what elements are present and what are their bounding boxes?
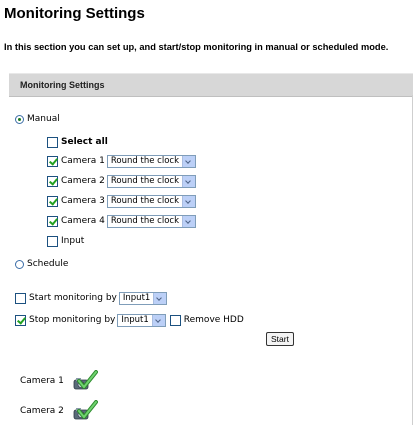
stop-trigger-row: Stop monitoring by Input1 Remove HDD [15,312,244,328]
camera-status-row: Camera 2 [20,400,98,422]
section-header-label: Monitoring Settings [20,80,105,90]
camera-4-mode-value: Round the clock [110,215,179,226]
schedule-label: Schedule [27,259,69,269]
camera-2-mode-select[interactable]: Round the clock [106,174,196,188]
camera-ok-icon [73,400,98,420]
camera-row: Camera 4 Round the clock [47,213,196,229]
camera-3-checkbox[interactable] [47,195,58,207]
chevron-down-icon[interactable] [182,155,195,167]
input-label: Input [61,236,85,246]
panel-border [412,95,413,425]
camera-row: Camera 2 Round the clock [47,173,196,189]
start-trigger-checkbox[interactable] [15,292,26,304]
camera-4-label: Camera 4 [61,216,105,226]
camera-3-mode-select[interactable]: Round the clock [106,194,196,208]
remove-hdd-label: Remove HDD [183,315,244,325]
select-all-checkbox[interactable] [47,136,58,148]
chevron-down-icon[interactable] [182,215,195,227]
page-description: In this section you can set up, and star… [4,42,389,52]
camera-status-row: Camera 1 [20,370,98,392]
manual-mode-option[interactable]: Manual [15,111,60,127]
stop-trigger-label: Stop monitoring by [29,315,116,325]
chevron-down-icon[interactable] [153,292,167,304]
camera-1-mode-value: Round the clock [110,155,179,166]
select-all-option[interactable]: Select all [47,134,108,150]
start-trigger-value: Input1 [122,292,151,303]
start-trigger-label: Start monitoring by [29,293,117,303]
camera-2-label: Camera 2 [61,176,105,186]
start-trigger-row: Start monitoring by Input1 [15,290,168,306]
camera-status-label: Camera 1 [20,376,64,386]
camera-3-mode-value: Round the clock [110,195,179,206]
section-header: Monitoring Settings [9,73,413,97]
camera-1-label: Camera 1 [61,156,105,166]
camera-1-checkbox[interactable] [47,155,58,167]
camera-1-mode-select[interactable]: Round the clock [106,154,196,168]
chevron-down-icon[interactable] [151,314,165,326]
stop-trigger-checkbox[interactable] [15,314,26,326]
camera-4-mode-select[interactable]: Round the clock [106,214,196,228]
manual-label: Manual [27,114,60,124]
camera-row: Camera 1 Round the clock [47,153,196,169]
stop-trigger-value: Input1 [121,314,149,325]
start-button[interactable]: Start [266,332,294,346]
camera-2-mode-value: Round the clock [110,175,179,186]
schedule-mode-option[interactable]: Schedule [15,256,68,272]
chevron-down-icon[interactable] [182,195,195,207]
input-option[interactable]: Input [47,233,84,249]
page-title: Monitoring Settings [4,5,145,22]
camera-4-checkbox[interactable] [47,215,58,227]
schedule-radio[interactable] [15,259,24,269]
manual-radio[interactable] [15,114,24,124]
start-trigger-select[interactable]: Input1 [118,291,168,305]
select-all-label: Select all [61,137,108,147]
camera-3-label: Camera 3 [61,196,105,206]
stop-trigger-select[interactable]: Input1 [117,313,166,327]
camera-2-checkbox[interactable] [47,175,58,187]
input-checkbox[interactable] [47,235,58,247]
camera-row: Camera 3 Round the clock [47,193,196,209]
chevron-down-icon[interactable] [182,175,195,187]
remove-hdd-checkbox[interactable] [169,314,181,326]
camera-ok-icon [73,370,98,390]
camera-status-label: Camera 2 [20,406,64,416]
